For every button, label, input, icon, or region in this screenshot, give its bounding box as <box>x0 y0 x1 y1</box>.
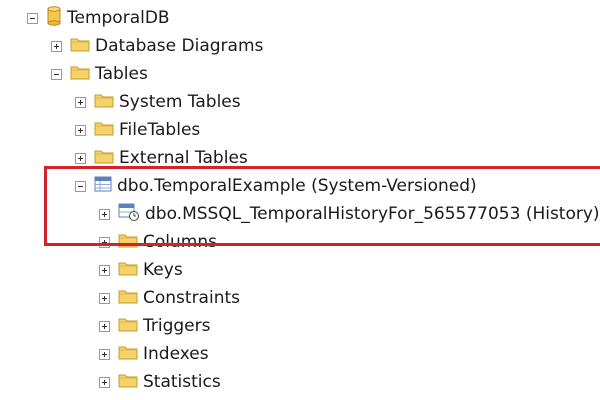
folder-icon <box>118 344 138 365</box>
expand-toggle-icon[interactable] <box>99 264 110 276</box>
tree-node-label: Indexes <box>143 344 209 364</box>
tree-node-label: Triggers <box>143 316 211 336</box>
expand-toggle-icon[interactable] <box>51 40 62 52</box>
folder-icon <box>118 316 138 337</box>
tree-node-keys[interactable]: Keys <box>99 256 183 284</box>
expand-toggle-icon[interactable] <box>99 348 110 360</box>
expand-toggle-icon[interactable] <box>99 208 110 220</box>
tree-node-temporaldb[interactable]: TemporalDB <box>27 4 170 32</box>
tree-node-temporal-example-table[interactable]: dbo.TemporalExample (System-Versioned) <box>75 172 477 200</box>
folder-icon <box>94 120 114 141</box>
tree-node-tables[interactable]: Tables <box>51 60 148 88</box>
tree-node-label: System Tables <box>119 92 241 112</box>
object-explorer-tree: TemporalDB Database Diagrams Tables Syst… <box>0 0 600 400</box>
folder-icon <box>94 92 114 113</box>
expand-toggle-icon[interactable] <box>75 124 86 136</box>
folder-icon <box>94 148 114 169</box>
expand-toggle-icon[interactable] <box>99 320 110 332</box>
tree-node-system-tables[interactable]: System Tables <box>75 88 241 116</box>
tree-node-label: Tables <box>95 64 148 84</box>
tree-node-label: Database Diagrams <box>95 36 264 56</box>
tree-node-label: FileTables <box>119 120 201 140</box>
expand-toggle-icon[interactable] <box>99 376 110 388</box>
table-icon <box>94 176 112 197</box>
tree-node-filetables[interactable]: FileTables <box>75 116 200 144</box>
tree-node-triggers[interactable]: Triggers <box>99 312 211 340</box>
expand-toggle-icon[interactable] <box>75 152 86 164</box>
tree-node-history-table[interactable]: dbo.MSSQL_TemporalHistoryFor_565577053 (… <box>99 200 600 228</box>
folder-icon <box>70 64 90 85</box>
tree-node-statistics[interactable]: Statistics <box>99 368 221 396</box>
folder-icon <box>118 288 138 309</box>
folder-icon <box>118 260 138 281</box>
collapse-toggle-icon[interactable] <box>51 68 62 80</box>
tree-node-label: Statistics <box>143 372 221 392</box>
folder-icon <box>118 232 138 253</box>
tree-node-label: Columns <box>143 232 217 252</box>
expand-toggle-icon[interactable] <box>99 236 110 248</box>
expand-toggle-icon[interactable] <box>75 96 86 108</box>
collapse-toggle-icon[interactable] <box>27 12 38 24</box>
history-table-icon <box>118 203 140 226</box>
tree-node-columns[interactable]: Columns <box>99 228 217 256</box>
tree-node-constraints[interactable]: Constraints <box>99 284 240 312</box>
folder-icon <box>118 372 138 393</box>
tree-node-external-tables[interactable]: External Tables <box>75 144 248 172</box>
collapse-toggle-icon[interactable] <box>75 180 86 192</box>
tree-node-database-diagrams[interactable]: Database Diagrams <box>51 32 263 60</box>
tree-node-label: Keys <box>143 260 183 280</box>
tree-node-label: dbo.MSSQL_TemporalHistoryFor_565577053 (… <box>145 204 600 224</box>
tree-node-label: External Tables <box>119 148 248 168</box>
tree-node-label: Constraints <box>143 288 240 308</box>
tree-node-label: TemporalDB <box>67 8 170 28</box>
tree-node-indexes[interactable]: Indexes <box>99 340 209 368</box>
folder-icon <box>70 36 90 57</box>
expand-toggle-icon[interactable] <box>99 292 110 304</box>
database-icon <box>46 5 62 31</box>
tree-node-label: dbo.TemporalExample (System-Versioned) <box>117 176 477 196</box>
